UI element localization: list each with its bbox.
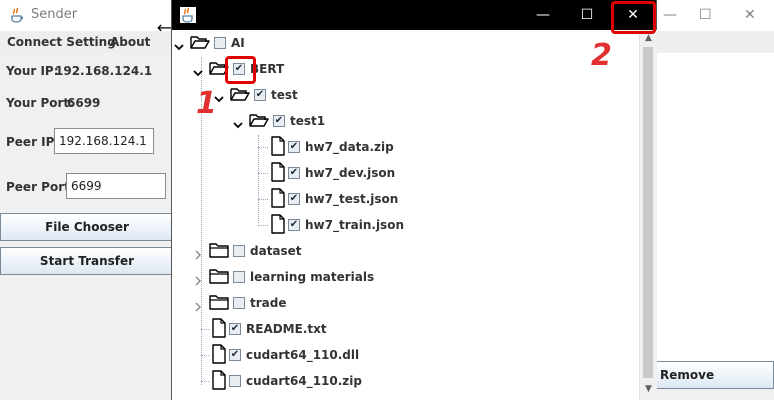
java-app-icon: [11, 7, 24, 23]
your-port-value: 6699: [67, 96, 101, 110]
your-port-label: Your Port:: [6, 96, 74, 110]
dialog-maximize-button[interactable]: ☐: [564, 0, 610, 30]
tree-node[interactable]: ✔ cudart64_110.dll: [172, 344, 632, 366]
collapse-chevron-right-icon[interactable]: [193, 297, 203, 312]
annotation-number-2: 2: [591, 38, 612, 73]
file-icon: [268, 214, 288, 234]
peer-port-label: Peer Port:: [6, 180, 75, 194]
peer-port-input[interactable]: 6699: [66, 173, 166, 199]
checkbox[interactable]: ✔: [273, 115, 285, 127]
tree-node-label: hw7_dev.json: [305, 166, 396, 180]
tree-node-label: hw7_test.json: [305, 192, 399, 206]
file-icon: [209, 370, 229, 390]
collapse-chevron-right-icon[interactable]: [193, 271, 203, 286]
tree-node[interactable]: ✔ hw7_dev.json: [172, 162, 632, 184]
sender-window-title: Sender: [31, 7, 78, 22]
folder-icon: [209, 240, 229, 260]
sender-minimize-button[interactable]: —: [663, 7, 677, 23]
tree-node-label: learning materials: [250, 270, 375, 284]
menu-about[interactable]: About: [110, 35, 150, 49]
tree-node-label: trade: [250, 296, 287, 310]
tree-node[interactable]: ✔ README.txt: [172, 318, 632, 340]
tree-node[interactable]: ✔ hw7_test.json: [172, 188, 632, 210]
tree-node[interactable]: trade: [172, 292, 632, 314]
checkbox[interactable]: [233, 271, 245, 283]
folder-icon: [209, 292, 229, 312]
expand-chevron-down-icon[interactable]: [233, 115, 243, 129]
tree-node[interactable]: ✔ test: [172, 84, 632, 106]
file-chooser-button[interactable]: File Chooser: [0, 213, 174, 241]
dialog-minimize-button[interactable]: —: [520, 0, 566, 30]
checkbox[interactable]: ✔: [288, 219, 300, 231]
file-list-panel: [655, 53, 774, 361]
folder-icon: [209, 266, 229, 286]
tree-node[interactable]: dataset: [172, 240, 632, 262]
annotation-number-1: 1: [196, 86, 217, 121]
checkbox[interactable]: ✔: [254, 89, 266, 101]
tree-node-label: test1: [290, 114, 326, 128]
tree-node[interactable]: learning materials: [172, 266, 632, 288]
tree-node[interactable]: ✔ hw7_train.json: [172, 214, 632, 236]
tree-node-label: AI: [231, 36, 245, 50]
checkbox[interactable]: ✔: [288, 141, 300, 153]
scrollbar-thumb[interactable]: [643, 47, 653, 378]
peer-ip-input[interactable]: 192.168.124.1: [54, 128, 154, 154]
file-icon: [209, 344, 229, 364]
tree-node-label: cudart64_110.dll: [246, 348, 360, 362]
folder-open-icon: [230, 84, 250, 104]
start-transfer-button[interactable]: Start Transfer: [0, 247, 174, 275]
file-icon: [268, 162, 288, 182]
checkbox[interactable]: [233, 297, 245, 309]
checkbox[interactable]: ✔: [229, 323, 241, 335]
sender-close-button[interactable]: ✕: [744, 7, 756, 23]
tree-node[interactable]: cudart64_110.zip: [172, 370, 632, 392]
your-ip-label: Your IP:: [6, 64, 59, 78]
tree-node[interactable]: ✔ test1: [172, 110, 632, 132]
file-icon: [209, 318, 229, 338]
remove-button[interactable]: Remove: [655, 361, 774, 389]
checkbox[interactable]: ✔: [229, 349, 241, 361]
tree-node-label: test: [271, 88, 298, 102]
file-icon: [268, 136, 288, 156]
tree-node-label: README.txt: [246, 322, 327, 336]
file-icon: [268, 188, 288, 208]
tree-node-label: hw7_train.json: [305, 218, 404, 232]
expand-chevron-down-icon[interactable]: [174, 37, 184, 51]
java-app-icon: [180, 7, 196, 23]
sender-maximize-button[interactable]: ☐: [699, 7, 712, 23]
dialog-titlebar: — ☐ ✕: [172, 0, 656, 30]
tree-node-label: cudart64_110.zip: [246, 374, 362, 388]
vertical-scrollbar[interactable]: ▲ ▼: [639, 30, 657, 400]
annotation-highlight-close: [611, 1, 656, 34]
your-ip-value: 192.168.124.1: [55, 64, 153, 78]
tree-node-label: dataset: [250, 244, 302, 258]
collapse-chevron-right-icon[interactable]: [193, 245, 203, 260]
tree-node[interactable]: AI: [172, 32, 632, 54]
folder-open-icon: [249, 110, 269, 130]
annotation-highlight-checkbox: [225, 56, 256, 84]
checkbox[interactable]: [214, 37, 226, 49]
scroll-down-arrow-icon[interactable]: ▼: [640, 381, 657, 398]
tree-node-label: hw7_data.zip: [305, 140, 394, 154]
checkbox[interactable]: ✔: [288, 193, 300, 205]
tree-node[interactable]: ✔ hw7_data.zip: [172, 136, 632, 158]
menu-connect-setting[interactable]: Connect Setting: [7, 35, 116, 49]
checkbox[interactable]: ✔: [288, 167, 300, 179]
folder-open-icon: [190, 32, 210, 52]
checkbox[interactable]: [233, 245, 245, 257]
peer-ip-label: Peer IP:: [6, 135, 60, 149]
checkbox[interactable]: [229, 375, 241, 387]
expand-chevron-down-icon[interactable]: [193, 63, 203, 77]
